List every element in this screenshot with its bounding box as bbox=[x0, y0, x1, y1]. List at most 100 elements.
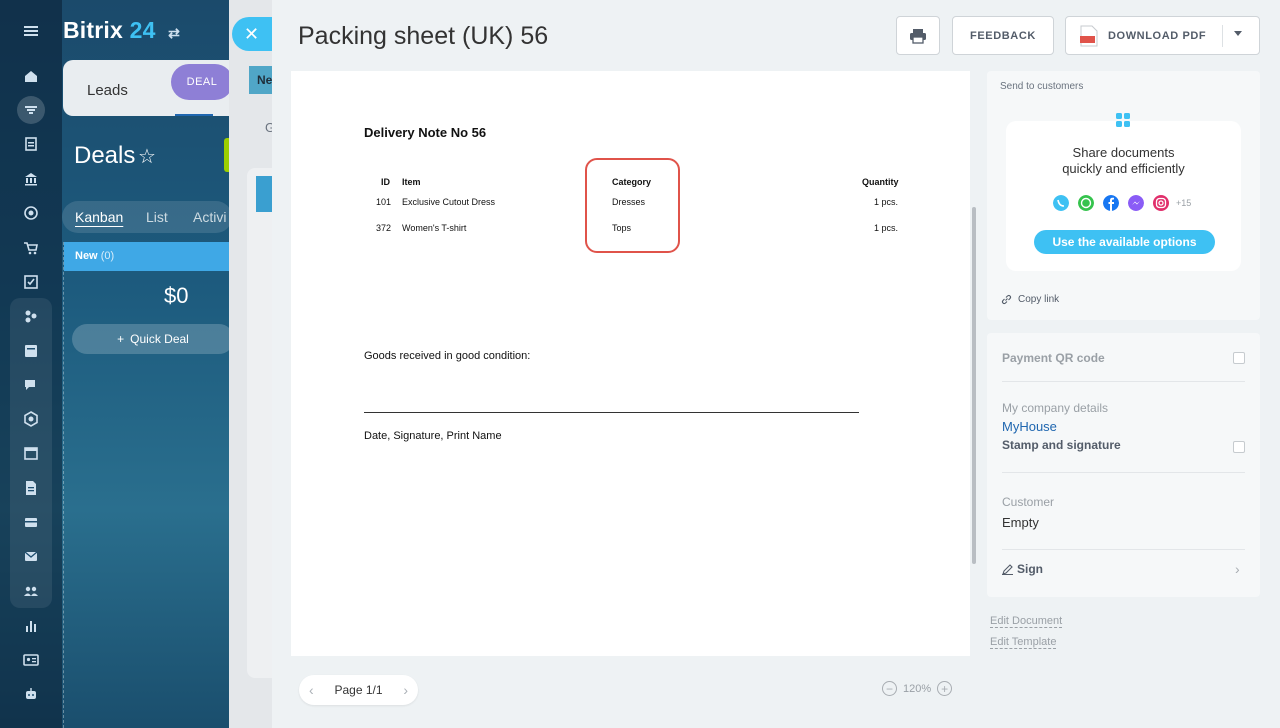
crm-entity-tabs: Leads DEAL bbox=[63, 60, 253, 116]
use-available-options-button[interactable]: Use the available options bbox=[1034, 230, 1215, 254]
apps-grid-icon bbox=[1116, 113, 1130, 127]
share-box: Share documents quickly and efficiently … bbox=[1006, 113, 1241, 271]
share-channel-icons: +15 bbox=[1053, 195, 1191, 211]
chevron-right-icon[interactable]: › bbox=[403, 682, 408, 698]
hexagon-icon[interactable] bbox=[17, 405, 45, 433]
edit-document-link[interactable]: Edit Document bbox=[990, 615, 1062, 627]
stamp-signature-label: Stamp and signature bbox=[1002, 438, 1121, 452]
hamburger-icon[interactable] bbox=[17, 17, 45, 45]
copy-link-button[interactable]: Copy link bbox=[1001, 294, 1059, 305]
link-icon bbox=[1001, 294, 1012, 305]
feedback-button[interactable]: FEEDBACK bbox=[952, 16, 1054, 55]
instagram-icon[interactable] bbox=[1153, 195, 1169, 211]
page-indicator: Page 1/1 bbox=[334, 683, 383, 697]
tab-leads[interactable]: Leads bbox=[87, 82, 128, 99]
analytics-icon[interactable] bbox=[17, 612, 45, 640]
payment-qr-checkbox[interactable] bbox=[1233, 352, 1245, 364]
left-rail bbox=[0, 0, 62, 728]
brand-number: 24 bbox=[129, 17, 156, 43]
goods-received-text: Goods received in good condition: bbox=[364, 350, 531, 362]
download-separator bbox=[1222, 25, 1223, 47]
document-preview: Delivery Note No 56 ID Item Category Qua… bbox=[291, 71, 970, 656]
share-description: Share documents quickly and efficiently bbox=[1006, 145, 1241, 177]
edit-template-link[interactable]: Edit Template bbox=[990, 636, 1056, 648]
page-navigator: ‹ Page 1/1 › bbox=[299, 675, 418, 705]
contact-card-icon[interactable] bbox=[17, 646, 45, 674]
tab-deal[interactable]: DEAL bbox=[171, 64, 233, 100]
document-scrollbar[interactable] bbox=[972, 207, 976, 564]
viber-icon[interactable] bbox=[1053, 195, 1069, 211]
tab-kanban[interactable]: Kanban bbox=[75, 209, 123, 225]
store-icon[interactable] bbox=[17, 508, 45, 536]
zoom-out-icon[interactable]: − bbox=[882, 681, 897, 696]
brand-name: Bitrix bbox=[63, 17, 123, 43]
users-icon[interactable] bbox=[17, 577, 45, 605]
row-1-item: Exclusive Cutout Dress bbox=[402, 197, 496, 207]
row-2-item: Women's T-shirt bbox=[402, 223, 467, 233]
stamp-signature-checkbox[interactable] bbox=[1233, 441, 1245, 453]
send-section-label: Send to customers bbox=[1000, 81, 1084, 92]
messenger-icon[interactable] bbox=[1128, 195, 1144, 211]
company-details-label: My company details bbox=[1002, 401, 1109, 415]
background-panel-button bbox=[256, 176, 273, 212]
quick-deal-button[interactable]: + Quick Deal bbox=[72, 324, 234, 354]
tab-list[interactable]: List bbox=[146, 209, 168, 225]
kanban-column-sum: $0 bbox=[164, 283, 189, 308]
divider bbox=[1002, 381, 1245, 382]
document-settings-card: Payment QR code My company details MyHou… bbox=[987, 333, 1260, 597]
document-icon[interactable] bbox=[17, 474, 45, 502]
target-icon[interactable] bbox=[17, 199, 45, 227]
chevron-down-icon[interactable] bbox=[1234, 31, 1242, 36]
brand-logo[interactable]: Bitrix 24 ⇄ bbox=[63, 17, 180, 44]
page-title: Deals bbox=[74, 142, 136, 169]
payment-qr-label: Payment QR code bbox=[1002, 351, 1105, 365]
plus-icon: + bbox=[117, 332, 125, 346]
download-pdf-button[interactable]: DOWNLOAD PDF bbox=[1065, 16, 1260, 55]
sign-button[interactable]: Sign bbox=[1002, 562, 1043, 576]
column-header-item: Item bbox=[402, 177, 421, 187]
facebook-icon[interactable] bbox=[1103, 195, 1119, 211]
row-2-id: 372 bbox=[376, 223, 392, 233]
company-link[interactable]: MyHouse bbox=[1002, 419, 1057, 434]
robot-icon[interactable] bbox=[17, 680, 45, 708]
checkbox-icon[interactable] bbox=[17, 268, 45, 296]
feed-icon[interactable] bbox=[17, 337, 45, 365]
document-panel: Packing sheet (UK) 56 FEEDBACK DOWNLOAD … bbox=[272, 0, 1280, 728]
chevron-left-icon[interactable]: ‹ bbox=[309, 682, 314, 698]
divider bbox=[1002, 549, 1245, 550]
kanban-column-new: New (0) $0 + Quick Deal bbox=[63, 242, 234, 728]
panel-title: Packing sheet (UK) 56 bbox=[298, 22, 549, 50]
more-channels-count[interactable]: +15 bbox=[1176, 198, 1191, 208]
calendar-icon[interactable] bbox=[17, 439, 45, 467]
close-panel-button[interactable]: ✕ bbox=[232, 17, 272, 51]
favorite-star-icon[interactable]: ☆ bbox=[138, 144, 156, 169]
zoom-in-icon[interactable]: + bbox=[937, 681, 953, 696]
mail-icon[interactable] bbox=[17, 542, 45, 570]
pdf-file-icon bbox=[1080, 25, 1098, 46]
tasks-icon[interactable] bbox=[17, 130, 45, 158]
print-button[interactable] bbox=[896, 16, 940, 55]
chat-icon[interactable] bbox=[17, 371, 45, 399]
tab-activities[interactable]: Activi bbox=[193, 209, 226, 225]
printer-icon bbox=[910, 28, 926, 44]
whatsapp-icon[interactable] bbox=[1078, 195, 1094, 211]
document-heading: Delivery Note No 56 bbox=[364, 125, 487, 140]
chevron-right-icon[interactable]: › bbox=[1235, 561, 1240, 577]
share-icon[interactable] bbox=[17, 302, 45, 330]
kanban-column-header[interactable]: New (0) bbox=[64, 242, 234, 271]
cart-icon[interactable] bbox=[17, 234, 45, 262]
kanban-stage-label: New bbox=[75, 250, 98, 262]
background-panel-tab: Ne bbox=[249, 66, 273, 94]
category-highlight-box bbox=[585, 158, 680, 253]
bank-icon[interactable] bbox=[17, 165, 45, 193]
column-header-id: ID bbox=[381, 177, 390, 187]
customer-value: Empty bbox=[1002, 515, 1039, 530]
home-icon[interactable] bbox=[17, 62, 45, 90]
row-1-id: 101 bbox=[376, 197, 392, 207]
filter-icon[interactable] bbox=[17, 96, 45, 124]
signature-caption: Date, Signature, Print Name bbox=[364, 430, 502, 442]
sign-label: Sign bbox=[1017, 562, 1043, 576]
copy-link-label: Copy link bbox=[1018, 294, 1060, 305]
settings-toggle-icon[interactable]: ⇄ bbox=[168, 25, 180, 41]
divider bbox=[1002, 472, 1245, 473]
